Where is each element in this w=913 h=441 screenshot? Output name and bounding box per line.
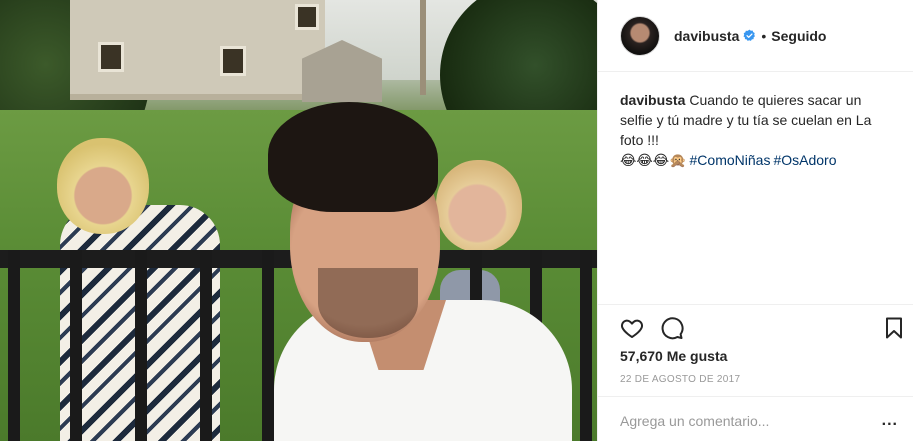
post-date[interactable]: 22 DE AGOSTO DE 2017 bbox=[620, 374, 740, 385]
post-header: davibusta • Seguido bbox=[598, 0, 913, 72]
header-separator: • bbox=[761, 27, 767, 44]
post-photo[interactable] bbox=[0, 0, 597, 441]
avatar[interactable] bbox=[620, 15, 660, 56]
comment-form: ... bbox=[620, 407, 898, 435]
comment-divider bbox=[598, 396, 913, 397]
post-actions bbox=[620, 316, 902, 340]
photo-person-aunt-head bbox=[436, 160, 522, 252]
hashtag-link[interactable]: #ComoNiñas bbox=[690, 152, 771, 168]
photo-pole bbox=[420, 0, 426, 95]
photo-person-man-hair bbox=[268, 102, 438, 212]
caption-username[interactable]: davibusta bbox=[620, 92, 685, 108]
header-username[interactable]: davibusta bbox=[674, 28, 739, 44]
heart-icon[interactable] bbox=[620, 316, 644, 340]
bookmark-icon[interactable] bbox=[882, 316, 906, 340]
instagram-post: davibusta • Seguido davibusta Cuando te q… bbox=[0, 0, 913, 441]
post-caption: davibusta Cuando te quieres sacar un self… bbox=[620, 90, 890, 171]
likes-count[interactable]: 57,670 Me gusta bbox=[620, 348, 727, 364]
photo-house bbox=[70, 0, 325, 100]
photo-person-mother-head bbox=[57, 138, 149, 234]
comment-bubble-icon[interactable] bbox=[660, 316, 684, 340]
more-options-icon[interactable]: ... bbox=[878, 412, 898, 430]
following-button[interactable]: Seguido bbox=[771, 28, 826, 44]
comment-input[interactable] bbox=[620, 413, 878, 429]
hashtag-link[interactable]: #OsAdoro bbox=[773, 152, 836, 168]
actions-divider bbox=[598, 304, 913, 305]
verified-badge-icon bbox=[743, 29, 756, 41]
caption-emojis: 😂😂😂🙊 bbox=[620, 153, 687, 169]
post-side-panel: davibusta • Seguido davibusta Cuando te q… bbox=[597, 0, 913, 441]
photo-person-man-beard bbox=[318, 268, 418, 338]
